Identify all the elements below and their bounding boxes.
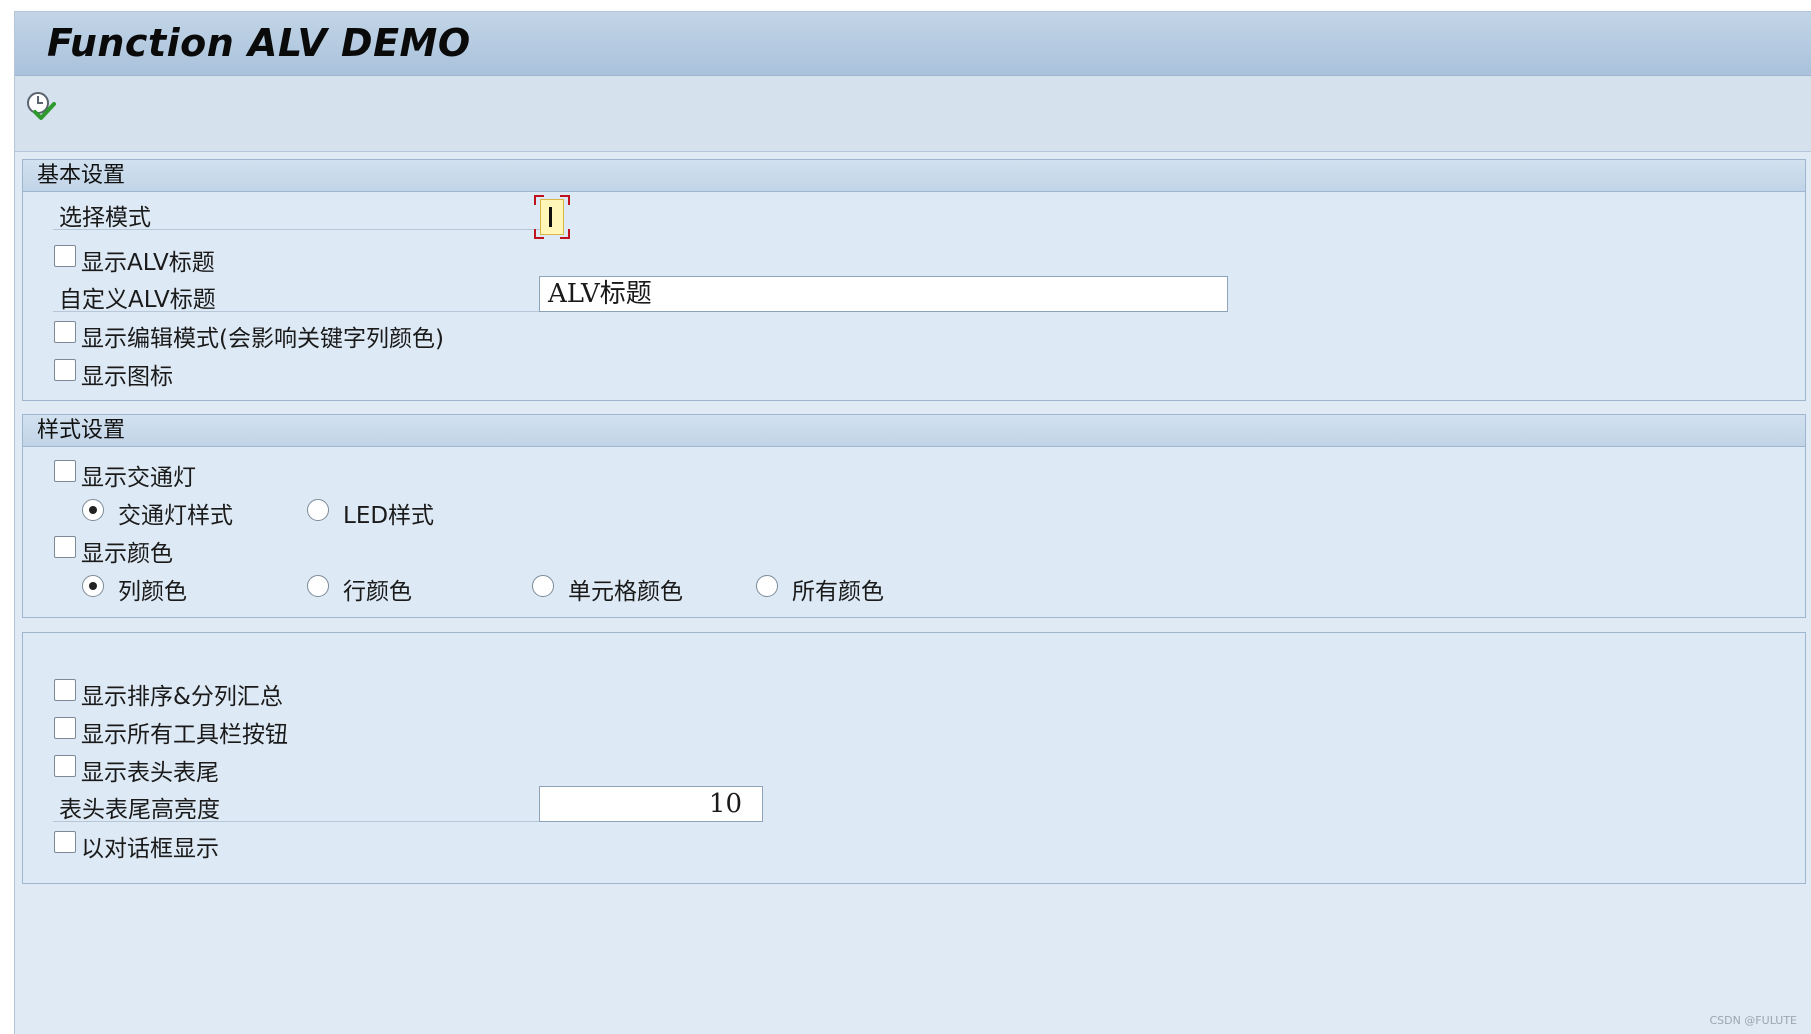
dialog-display-checkbox[interactable] [54,831,76,853]
column-color-label: 列颜色 [118,579,187,605]
show-header-footer-checkbox[interactable] [54,755,76,777]
header-footer-height-label-wrap: 表头表尾高亮度 [53,789,553,823]
cell-color-label: 单元格颜色 [568,579,683,605]
row-color-type: 列颜色 行颜色 单元格颜色 所有颜色 [23,568,1805,605]
header-footer-height-label: 表头表尾高亮度 [59,797,220,823]
custom-alv-title-label: 自定义ALV标题 [59,287,216,313]
group-other-settings: 显示排序&分列汇总 显示所有工具栏按钮 显示表头表尾 表头表尾高亮度 10 以对… [22,632,1806,884]
group-basic-settings: 基本设置 选择模式 显示ALV标题 自定义ALV标题 ALV标题 显示编辑模式(… [22,159,1806,401]
show-edit-mode-label: 显示编辑模式(会影响关键字列颜色) [81,326,444,352]
group-header-style: 样式设置 [23,415,1805,447]
show-edit-mode-checkbox[interactable] [54,321,76,343]
execute-button[interactable] [25,90,59,124]
show-header-footer-label: 显示表头表尾 [81,760,219,786]
row-color-radio[interactable] [307,575,329,597]
select-mode-label: 选择模式 [59,205,151,231]
row-show-header-footer: 显示表头表尾 [23,749,1805,786]
select-mode-input[interactable] [534,195,570,239]
show-toolbar-label: 显示所有工具栏按钮 [81,722,288,748]
group-header-basic: 基本设置 [23,160,1805,192]
header-footer-height-input[interactable]: 10 [539,786,763,822]
traffic-style-label: 交通灯样式 [118,503,233,529]
traffic-style-radio[interactable] [82,499,104,521]
row-traffic-style: 交通灯样式 LED样式 [23,492,1805,529]
sap-selection-screen: Function ALV DEMO 基本设置 选择模式 显示ALV标题 自定义A… [14,11,1811,1034]
row-dialog-display: 以对话框显示 [23,825,1805,862]
row-custom-alv-title: 自定义ALV标题 ALV标题 [23,276,1805,313]
show-color-checkbox[interactable] [54,536,76,558]
row-show-alv-title: 显示ALV标题 [23,239,1805,276]
show-alv-title-label: 显示ALV标题 [81,250,215,276]
row-select-mode: 选择模式 [23,195,1805,239]
row-show-edit-mode: 显示编辑模式(会影响关键字列颜色) [23,315,1805,352]
dialog-display-label: 以对话框显示 [81,836,219,862]
show-traffic-light-checkbox[interactable] [54,460,76,482]
show-toolbar-checkbox[interactable] [54,717,76,739]
select-mode-label-wrap: 选择模式 [53,197,553,231]
row-show-icon: 显示图标 [23,353,1805,390]
show-traffic-light-label: 显示交通灯 [81,465,196,491]
led-style-label: LED样式 [343,503,435,529]
row-show-color: 显示颜色 [23,530,1805,567]
custom-alv-title-label-wrap: 自定义ALV标题 [53,279,553,313]
show-icon-checkbox[interactable] [54,359,76,381]
all-color-radio[interactable] [756,575,778,597]
text-caret [549,207,552,227]
show-icon-label: 显示图标 [81,364,173,390]
show-color-label: 显示颜色 [81,541,173,567]
window-title: Function ALV DEMO [47,21,471,65]
show-alv-title-checkbox[interactable] [54,245,76,267]
show-sort-label: 显示排序&分列汇总 [81,684,283,710]
row-show-sort: 显示排序&分列汇总 [23,673,1805,710]
row-show-traffic: 显示交通灯 [23,454,1805,491]
application-toolbar [15,76,1811,152]
row-color-label: 行颜色 [343,579,412,605]
row-show-toolbar: 显示所有工具栏按钮 [23,711,1805,748]
led-style-radio[interactable] [307,499,329,521]
column-color-radio[interactable] [82,575,104,597]
execute-icon [27,92,56,120]
cell-color-radio[interactable] [532,575,554,597]
title-bar: Function ALV DEMO [15,12,1811,76]
show-sort-checkbox[interactable] [54,679,76,701]
row-header-footer-height: 表头表尾高亮度 10 [23,786,1805,823]
watermark: CSDN @FULUTE [1709,1014,1797,1027]
all-color-label: 所有颜色 [792,579,884,605]
group-style-settings: 样式设置 显示交通灯 交通灯样式 LED样式 显示颜色 列颜色 行颜色 单元格颜… [22,414,1806,618]
custom-alv-title-input[interactable]: ALV标题 [539,276,1228,312]
